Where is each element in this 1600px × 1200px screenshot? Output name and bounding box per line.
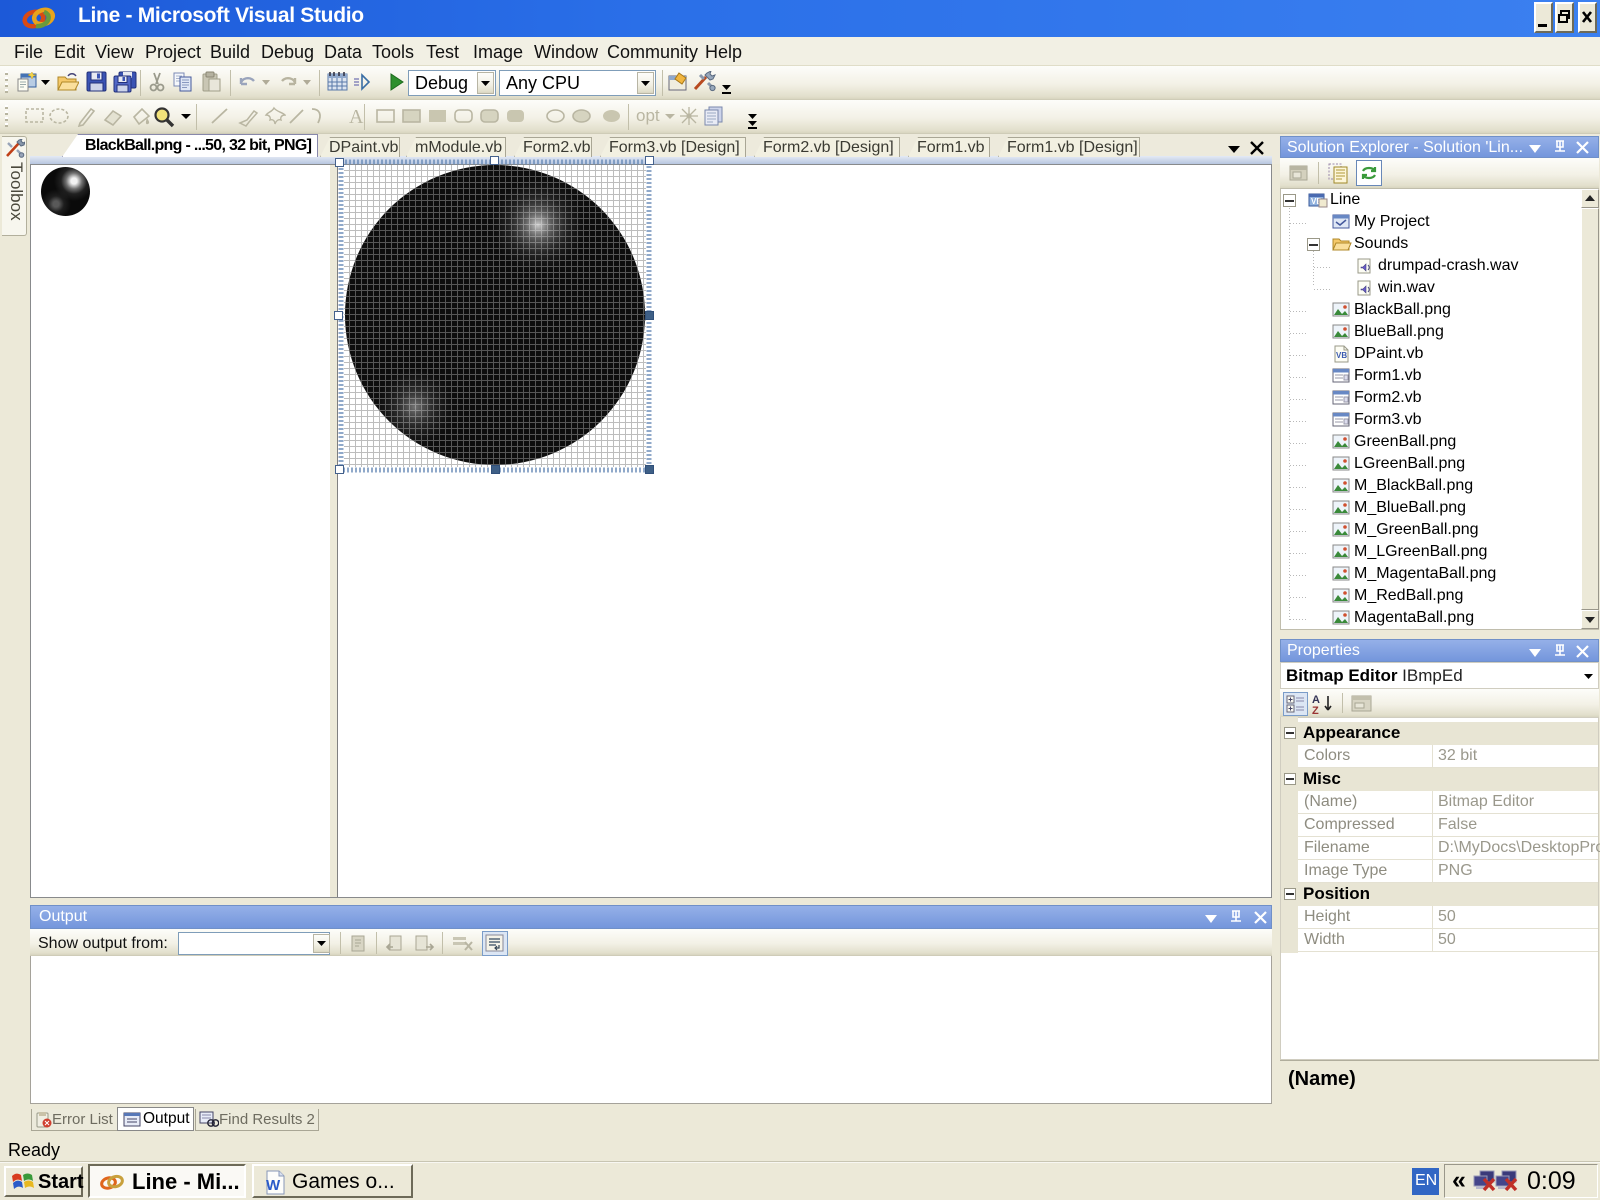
- svg-text:VB: VB: [1336, 351, 1347, 360]
- svg-text:A: A: [349, 106, 364, 127]
- svg-text:W: W: [266, 1177, 281, 1194]
- svg-text:Z: Z: [1312, 705, 1319, 715]
